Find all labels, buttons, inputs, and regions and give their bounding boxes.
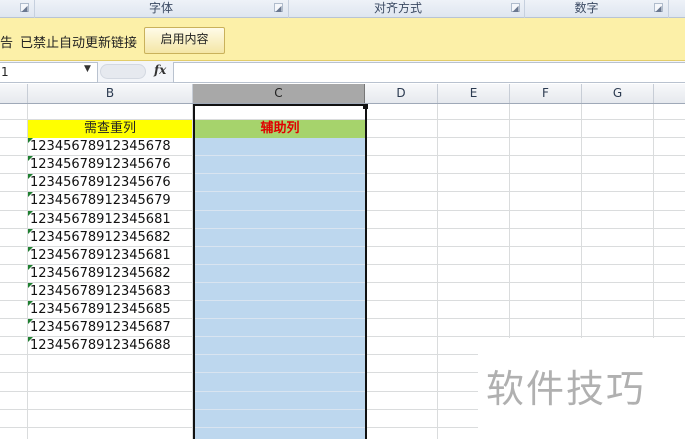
number-as-text-indicator-icon [28, 319, 33, 324]
selection-border [193, 104, 367, 439]
cell-value-text: 12345678912345683 [30, 284, 171, 299]
enable-content-button[interactable]: 启用内容 [144, 27, 225, 54]
number-as-text-indicator-icon [28, 229, 33, 234]
cell-value-text: 12345678912345682 [30, 266, 171, 281]
number-as-text-indicator-icon [28, 211, 33, 216]
cell-value-text: 12345678912345682 [30, 230, 171, 245]
cell-b-value[interactable]: 12345678912345678 [28, 138, 192, 156]
column-header-f[interactable]: F [510, 84, 582, 103]
number-as-text-indicator-icon [28, 156, 33, 161]
cell-value-text: 12345678912345678 [30, 139, 171, 154]
cell-b-value[interactable]: 12345678912345676 [28, 156, 192, 174]
column-header-a-partial[interactable] [0, 84, 28, 103]
number-as-text-indicator-icon [28, 337, 33, 342]
ribbon-separator [668, 0, 669, 18]
fill-handle[interactable] [363, 104, 368, 109]
number-dialog-launcher-icon[interactable]: ◢ [654, 3, 663, 13]
formula-bar: 1 ▼ fx [0, 61, 685, 83]
formula-input[interactable] [173, 62, 685, 83]
alignment-group-label: 对齐方式 [373, 1, 422, 15]
cell-value-text: 12345678912345687 [30, 320, 171, 335]
column-header-e[interactable]: E [438, 84, 510, 103]
cell-b-value[interactable]: 12345678912345685 [28, 301, 192, 319]
column-header-d[interactable]: D [365, 84, 438, 103]
name-box-value: 1 [1, 65, 9, 79]
security-message-bar: 告 已禁止自动更新链接 启用内容 [0, 18, 685, 61]
number-as-text-indicator-icon [28, 247, 33, 252]
message-text: 已禁止自动更新链接 [20, 36, 138, 51]
cell-b-value[interactable]: 12345678912345688 [28, 337, 192, 355]
cell-value-text: 12345678912345676 [30, 175, 171, 190]
number-as-text-indicator-icon [28, 192, 33, 197]
font-dialog-launcher-icon[interactable]: ◢ [274, 3, 283, 13]
cell-value-text: 12345678912345676 [30, 157, 171, 172]
cell-b-value[interactable]: 12345678912345682 [28, 229, 192, 247]
column-header-g[interactable]: G [582, 84, 654, 103]
cell-b-value[interactable]: 12345678912345687 [28, 319, 192, 337]
number-as-text-indicator-icon [28, 283, 33, 288]
cell-value-text: 12345678912345688 [30, 338, 171, 353]
number-group-label: 数字 [574, 1, 599, 15]
cell-b-value[interactable]: 12345678912345681 [28, 211, 192, 229]
watermark-text: 软件技巧 [486, 367, 647, 411]
cell-b-header[interactable]: 需查重列 [28, 120, 192, 138]
alignment-dialog-launcher-icon[interactable]: ◢ [511, 3, 520, 13]
cell-value-text: 12345678912345681 [30, 248, 171, 263]
cell-value-text: 12345678912345679 [30, 193, 171, 208]
cell-b-value[interactable]: 12345678912345681 [28, 247, 192, 265]
cell-value-text: 12345678912345685 [30, 302, 171, 317]
column-header-h-partial[interactable] [654, 84, 685, 103]
cell-b-value[interactable]: 12345678912345676 [28, 174, 192, 192]
cell-b-value[interactable]: 12345678912345682 [28, 265, 192, 283]
number-as-text-indicator-icon [28, 265, 33, 270]
column-header-row: B C D E F G [0, 84, 685, 104]
column-header-b[interactable]: B [28, 84, 193, 103]
number-as-text-indicator-icon [28, 301, 33, 306]
clipboard-dialog-launcher-icon[interactable]: ◢ [20, 3, 29, 13]
ribbon-group-strip: ◢ 字体 ◢ 对齐方式 ◢ 数字 ◢ [0, 0, 685, 18]
formula-bar-divider-handle[interactable] [100, 64, 146, 79]
cell-b-value[interactable]: 12345678912345683 [28, 283, 192, 301]
column-header-c[interactable]: C [193, 84, 365, 103]
message-prefix-fragment: 告 [0, 36, 14, 51]
insert-function-icon[interactable]: fx [154, 63, 166, 77]
number-as-text-indicator-icon [28, 138, 33, 143]
cell-b-value[interactable]: 12345678912345679 [28, 192, 192, 210]
number-as-text-indicator-icon [28, 174, 33, 179]
watermark-box: 软件技巧 [478, 338, 685, 439]
cell-value-text: 12345678912345681 [30, 212, 171, 227]
font-group-label: 字体 [148, 1, 173, 15]
chevron-down-icon[interactable]: ▼ [84, 64, 91, 74]
